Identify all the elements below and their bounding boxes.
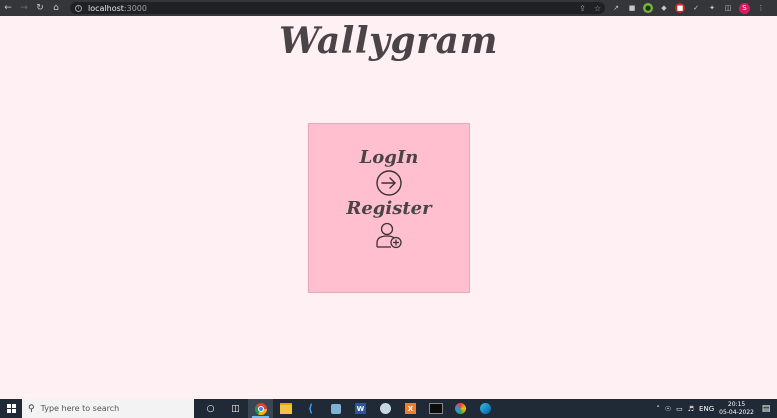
back-arrow-icon[interactable]: ← xyxy=(0,0,16,16)
chevron-up-icon[interactable]: ˄ xyxy=(656,405,660,413)
taskbar-search[interactable]: ⚲ Type here to search xyxy=(22,399,194,418)
brand-title: Wallygram xyxy=(279,20,498,62)
windows-logo-icon xyxy=(6,404,16,413)
side-panel-icon[interactable]: ◫ xyxy=(723,3,733,13)
extension-icon[interactable]: ↗ xyxy=(611,3,621,13)
taskbar: ⚲ Type here to search ○ ◫ ⟨ W X ˄ ☉ ▭ ♬ … xyxy=(0,399,777,418)
add-user-icon[interactable] xyxy=(375,221,403,249)
extension-icon[interactable]: ■ xyxy=(627,3,637,13)
volume-icon[interactable]: ♬ xyxy=(688,405,694,413)
home-icon[interactable]: ⌂ xyxy=(48,0,64,16)
app-icon[interactable] xyxy=(323,399,348,418)
register-link[interactable]: Register xyxy=(346,199,431,219)
address-bar[interactable]: i localhost:3000 ⇪ ☆ xyxy=(70,2,605,14)
task-view-icon[interactable]: ◫ xyxy=(223,399,248,418)
url-port: :3000 xyxy=(123,3,147,13)
file-explorer-icon[interactable] xyxy=(273,399,298,418)
xampp-icon[interactable]: X xyxy=(398,399,423,418)
clock-date: 05-04-2022 xyxy=(719,408,754,416)
edge-icon[interactable] xyxy=(473,399,498,418)
app-icon[interactable] xyxy=(373,399,398,418)
cortana-icon[interactable]: ○ xyxy=(198,399,223,418)
start-button[interactable] xyxy=(0,399,22,418)
bookmark-star-icon[interactable]: ☆ xyxy=(594,4,601,13)
battery-icon[interactable]: ▭ xyxy=(676,405,683,413)
forward-arrow-icon[interactable]: → xyxy=(16,0,32,16)
browser-toolbar: ← → ↻ ⌂ i localhost:3000 ⇪ ☆ ↗ ■ ● ◆ ■ ✓… xyxy=(0,0,777,16)
extension-icon[interactable]: ■ xyxy=(675,3,685,13)
word-icon[interactable]: W xyxy=(348,399,373,418)
share-icon[interactable]: ⇪ xyxy=(579,4,586,13)
extension-icon[interactable]: ◆ xyxy=(659,3,669,13)
terminal-icon[interactable] xyxy=(423,399,448,418)
reload-icon[interactable]: ↻ xyxy=(32,0,48,16)
url-host: localhost xyxy=(88,3,124,13)
auth-card: LogIn Register xyxy=(308,123,470,293)
search-icon: ⚲ xyxy=(28,403,35,414)
app-icon[interactable] xyxy=(448,399,473,418)
page-content: Wallygram LogIn Register xyxy=(0,16,777,399)
clock[interactable]: 20:15 05-04-2022 xyxy=(719,401,754,417)
network-icon[interactable]: ☉ xyxy=(665,405,671,413)
extension-icon[interactable]: ✓ xyxy=(691,3,701,13)
notification-icon[interactable]: ▤ xyxy=(759,404,773,414)
login-arrow-icon[interactable] xyxy=(375,169,403,197)
profile-avatar[interactable]: S xyxy=(739,2,750,14)
site-info-icon[interactable]: i xyxy=(75,4,82,12)
more-menu-icon[interactable]: ⋮ xyxy=(756,3,766,13)
chrome-icon[interactable] xyxy=(248,399,273,418)
search-placeholder: Type here to search xyxy=(40,404,120,413)
clock-time: 20:15 xyxy=(727,400,746,408)
language-indicator[interactable]: ENG xyxy=(699,405,714,413)
vscode-icon[interactable]: ⟨ xyxy=(298,399,323,418)
login-link[interactable]: LogIn xyxy=(360,148,419,168)
puzzle-icon[interactable]: ✦ xyxy=(707,3,717,13)
extension-icon[interactable]: ● xyxy=(643,3,653,13)
